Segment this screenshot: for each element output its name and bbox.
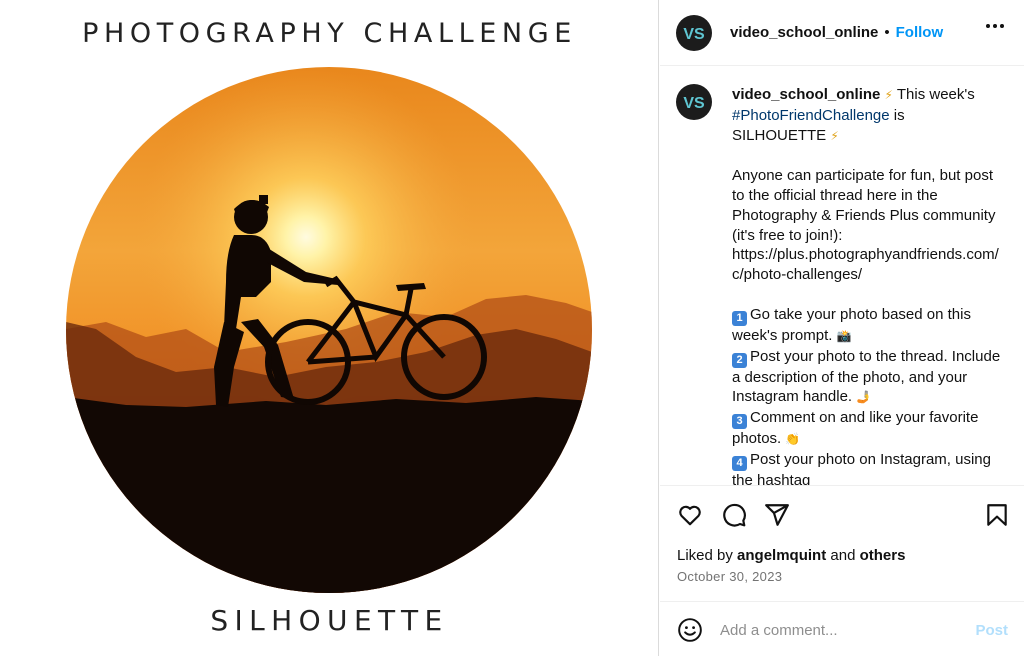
share-icon[interactable]	[764, 502, 790, 528]
post-comment-button[interactable]: Post	[975, 622, 1008, 639]
post-header: VS video_school_online • Follow	[660, 0, 1024, 66]
keycap-2-icon: 2	[732, 352, 747, 368]
likes-middle: and	[826, 547, 860, 564]
vs-logo-icon: VS	[683, 95, 705, 112]
likes-others-link[interactable]: others	[860, 547, 906, 564]
post-date[interactable]: October 30, 2023	[677, 569, 782, 584]
clap-icon: 👏	[785, 432, 801, 447]
media-subtitle: SILHOUETTE	[210, 604, 449, 637]
smile-icon[interactable]	[677, 617, 703, 643]
likes-summary: Liked by angelmquint and others	[677, 547, 905, 564]
caption-theme: SILHOUETTE	[732, 126, 827, 144]
keycap-1-icon: 1	[732, 310, 747, 326]
comment-bar: Post	[660, 601, 1024, 656]
bookmark-icon[interactable]	[984, 502, 1010, 528]
svg-text:VS: VS	[683, 26, 705, 43]
caption-text: video_school_online ⚡ This week's #Photo…	[732, 85, 1002, 485]
more-icon[interactable]	[986, 24, 1004, 28]
step-text: Comment on and like your favorite photos…	[732, 409, 979, 448]
caption-intro: This week's	[892, 86, 975, 103]
post-sidebar: VS video_school_online • Follow VS video…	[660, 0, 1024, 656]
selfie-icon: 🤳	[856, 390, 872, 405]
heart-icon[interactable]	[677, 502, 703, 528]
camera-icon: 📸	[836, 328, 852, 343]
caption-step: 4 Post your photo on Instagram, using the…	[732, 450, 1002, 485]
comment-input[interactable]	[720, 616, 960, 644]
action-bar	[660, 485, 1024, 541]
likes-prefix: Liked by	[677, 547, 738, 564]
username-link[interactable]: video_school_online	[730, 24, 878, 41]
hashtag-link[interactable]: #PhotoFriendChallenge	[732, 107, 890, 124]
caption-step: 1 Go take your photo based on this week's…	[732, 305, 1002, 347]
avatar[interactable]: VS	[676, 14, 712, 51]
comment-icon[interactable]	[721, 502, 747, 528]
caption-step: 3 Comment on and like your favorite photo…	[732, 408, 1002, 450]
follow-button[interactable]: Follow	[896, 24, 944, 41]
caption-intro-end: is	[889, 106, 905, 124]
vs-logo-icon: VS	[683, 26, 705, 43]
silhouette-photo	[66, 67, 592, 593]
caption-step: 2 Post your photo to the thread. Include …	[732, 347, 1002, 409]
separator-dot: •	[884, 24, 890, 41]
svg-text:VS: VS	[683, 95, 705, 112]
media-title: PHOTOGRAPHY CHALLENGE	[82, 18, 577, 49]
step-text: Post your photo on Instagram, using the …	[732, 450, 991, 485]
caption-username[interactable]: video_school_online	[732, 86, 880, 103]
caption-paragraph: Anyone can participate for fun, but post…	[732, 167, 999, 284]
keycap-3-icon: 3	[732, 414, 747, 430]
caption-scroll-area[interactable]: VS video_school_online ⚡ This week's #Ph…	[660, 67, 1024, 485]
lightning-icon: ⚡	[830, 128, 839, 143]
caption-avatar[interactable]: VS	[676, 84, 712, 120]
lightning-icon: ⚡	[884, 88, 893, 102]
keycap-4-icon: 4	[732, 455, 747, 471]
post-media[interactable]: PHOTOGRAPHY CHALLENGE SILHOUETTE	[0, 0, 659, 656]
likes-user-link[interactable]: angelmquint	[737, 547, 826, 564]
